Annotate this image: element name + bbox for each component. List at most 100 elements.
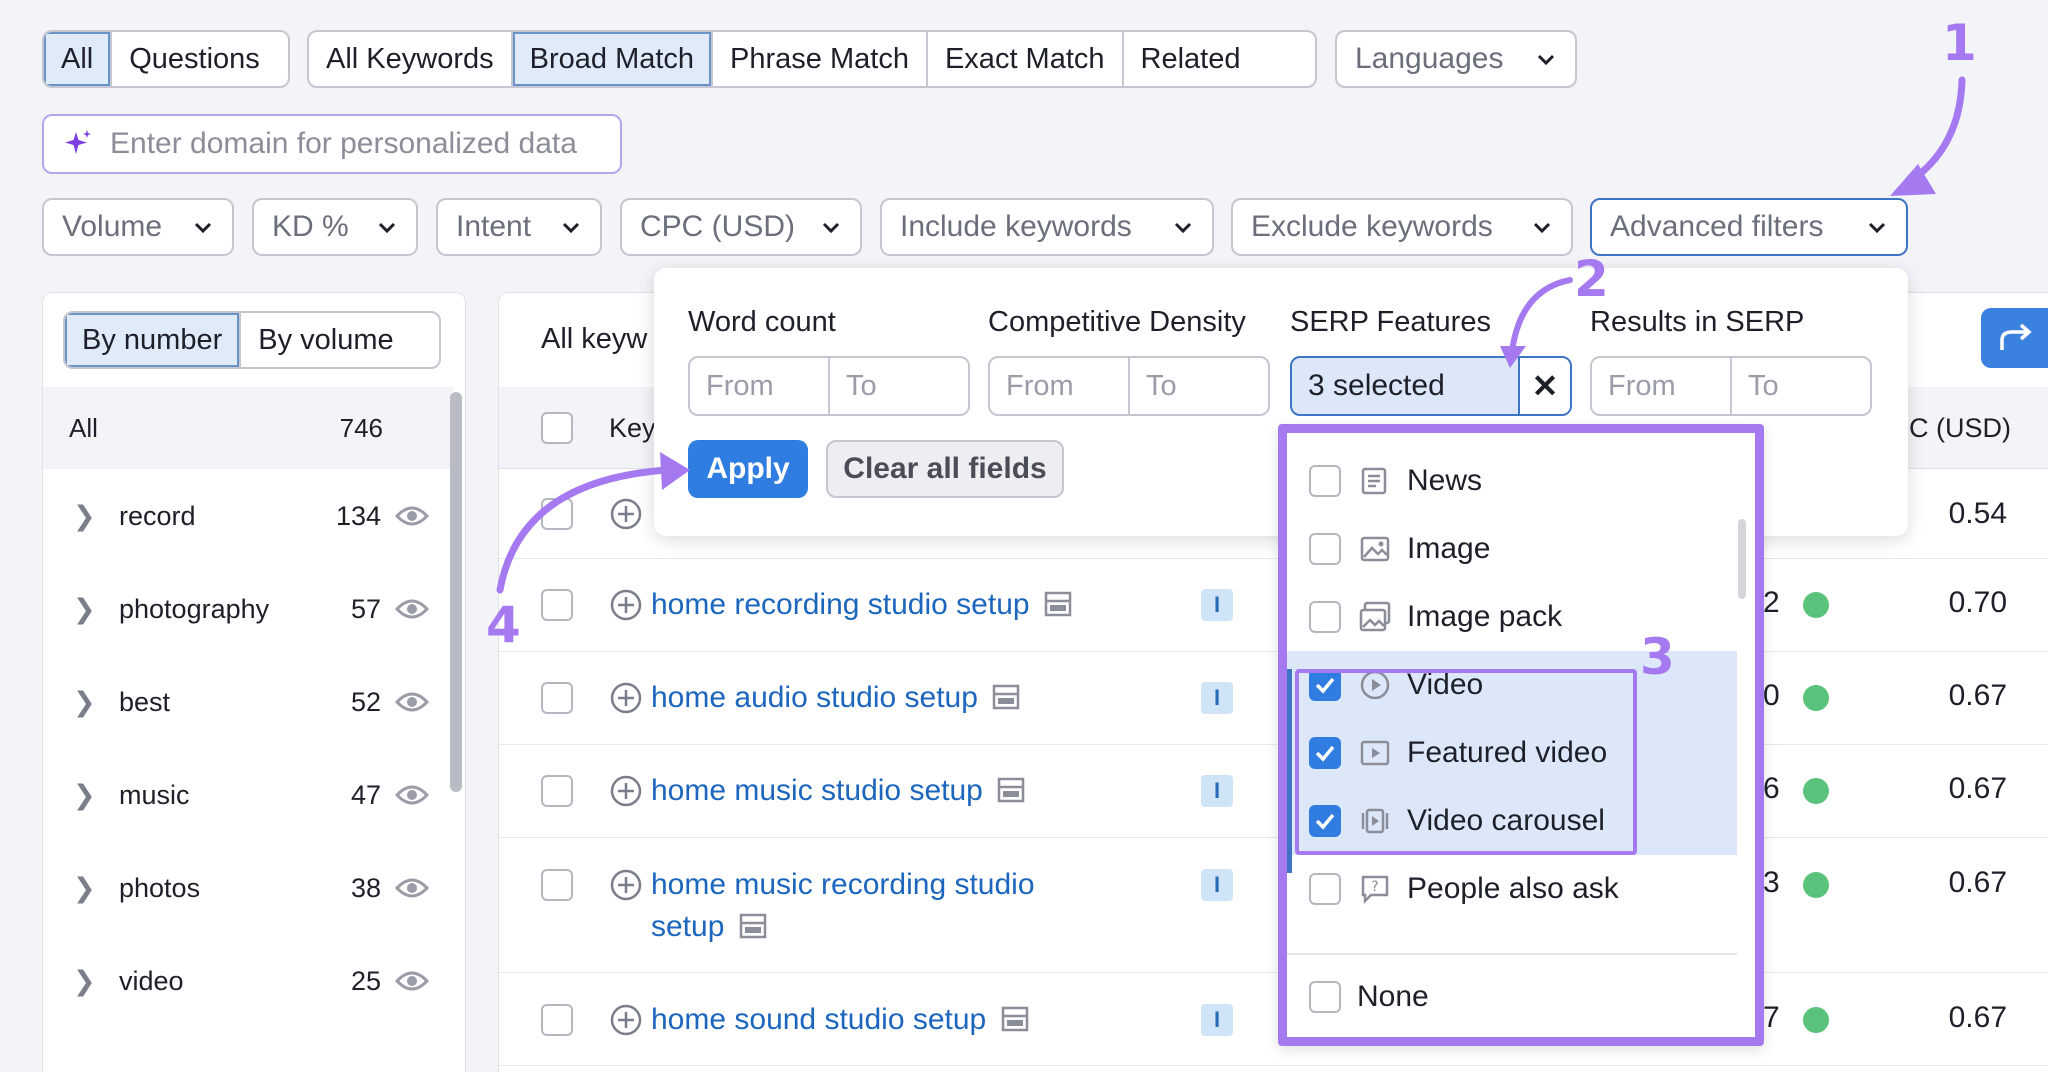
serp-features-select[interactable]: 3 selected ✕ [1290,356,1572,416]
eye-icon[interactable] [395,876,429,900]
include-keywords-filter[interactable]: Include keywords [880,198,1214,256]
option-label: People also ask [1407,872,1619,905]
tab-all-keywords[interactable]: All Keywords [309,32,513,86]
volume-filter[interactable]: Volume [42,198,234,256]
option-checkbox[interactable] [1309,465,1341,497]
chevron-right-icon[interactable]: ❯ [73,501,99,532]
table-row: home audio studio setup I 0 0.67 [499,652,2048,745]
keyword-link[interactable]: home recording studio setup [651,584,1072,626]
serp-icon[interactable] [1001,1006,1029,1032]
eye-icon[interactable] [395,504,429,528]
row-checkbox[interactable] [541,775,573,807]
serp-option-none[interactable]: None [1287,963,1737,1031]
chevron-right-icon[interactable]: ❯ [73,780,99,811]
tab-all[interactable]: All [44,32,113,86]
group-count: 25 [350,965,381,996]
keyword-link[interactable]: home music recording studio setup [651,864,1035,948]
option-checkbox[interactable] [1309,873,1341,905]
option-label: None [1357,980,1429,1013]
export-button[interactable] [1981,308,2048,368]
eye-icon[interactable] [395,690,429,714]
clear-selection-icon[interactable]: ✕ [1518,358,1570,414]
word-count-label: Word count [688,306,836,338]
cpc-filter[interactable]: CPC (USD) [620,198,862,256]
add-circle-icon[interactable] [609,868,643,902]
group-all-row[interactable]: All 746 [43,387,453,469]
comp-density-to[interactable]: To [1130,358,1268,414]
add-circle-icon[interactable] [609,681,643,715]
select-all-checkbox[interactable] [541,412,573,444]
tab-related[interactable]: Related [1124,32,1315,86]
tab-phrase-match[interactable]: Phrase Match [713,32,928,86]
group-item[interactable]: ❯ photography 57 [43,564,453,654]
group-count: 38 [350,872,381,903]
volume-label: Volume [62,210,163,243]
chevron-right-icon[interactable]: ❯ [73,594,99,625]
row-checkbox[interactable] [541,1004,573,1036]
intent-label: Intent [456,210,532,243]
serp-option-image[interactable]: Image [1287,515,1737,583]
chevron-down-icon [1868,222,1886,234]
serp-option-news[interactable]: News [1287,447,1737,515]
results-from[interactable]: From [1592,358,1732,414]
word-count-to[interactable]: To [830,358,968,414]
table-row: home recording studio setup I 2 0.70 [499,559,2048,652]
domain-input[interactable]: Enter domain for personalized data [42,114,622,174]
eye-icon[interactable] [395,783,429,807]
tab-broad-match[interactable]: Broad Match [512,32,714,86]
option-checkbox[interactable] [1309,981,1341,1013]
chevron-down-icon [378,222,396,234]
chevron-right-icon[interactable]: ❯ [73,966,99,997]
chevron-right-icon[interactable]: ❯ [73,687,99,718]
clear-all-fields-button[interactable]: Clear all fields [826,440,1064,498]
by-number-tab[interactable]: By number [65,313,242,367]
row-checkbox[interactable] [541,589,573,621]
serp-icon[interactable] [739,913,767,939]
serp-icon[interactable] [992,684,1020,710]
annotation-number-2: 2 [1574,250,1609,308]
row-checkbox[interactable] [541,682,573,714]
keyword-link[interactable]: home audio studio setup [651,677,1020,719]
languages-dropdown[interactable]: Languages [1335,30,1577,88]
row-checkbox[interactable] [541,498,573,530]
by-volume-tab[interactable]: By volume [241,313,439,367]
eye-icon[interactable] [395,969,429,993]
eye-icon[interactable] [395,597,429,621]
serp-icon[interactable] [997,777,1025,803]
results-to[interactable]: To [1732,358,1870,414]
row-checkbox[interactable] [541,869,573,901]
add-circle-icon[interactable] [609,1003,643,1037]
add-circle-icon[interactable] [609,774,643,808]
option-checkbox[interactable] [1309,601,1341,633]
group-item[interactable]: ❯ photos 38 [43,843,453,933]
keyword-link[interactable]: home sound studio setup [651,999,1029,1041]
tab-exact-match[interactable]: Exact Match [928,32,1124,86]
chevron-right-icon[interactable]: ❯ [73,873,99,904]
group-item[interactable]: ❯ record 134 [43,471,453,561]
group-item[interactable]: ❯ music 47 [43,750,453,840]
competitive-density-range: From To [988,356,1270,416]
arrow-1 [1890,76,1966,196]
exclude-keywords-filter[interactable]: Exclude keywords [1231,198,1573,256]
keyword-groups-panel: By number By volume All 746 ❯ record 134 ❯… [42,292,466,1072]
option-checkbox[interactable] [1309,533,1341,565]
keyword-link[interactable]: home music studio setup [651,770,1025,812]
comp-density-from[interactable]: From [990,358,1130,414]
list-scrollbar[interactable] [1738,519,1746,599]
groups-scrollbar[interactable] [450,392,462,792]
cpc-label: CPC (USD) [640,210,795,243]
add-circle-icon[interactable] [609,588,643,622]
group-item[interactable]: ❯ best 52 [43,657,453,747]
word-count-from[interactable]: From [690,358,830,414]
serp-icon[interactable] [1044,591,1072,617]
apply-button[interactable]: Apply [688,440,808,498]
group-item[interactable]: ❯ video 25 [43,936,453,1026]
kd-filter[interactable]: KD % [252,198,418,256]
advanced-filters-button[interactable]: Advanced filters [1590,198,1908,256]
serp-option-people-also-ask[interactable]: ? People also ask [1287,855,1737,923]
news-icon [1361,467,1387,495]
tab-questions[interactable]: Questions [112,32,288,86]
add-circle-icon[interactable] [609,497,643,531]
kd-value: 7 [1763,1001,1780,1034]
intent-filter[interactable]: Intent [436,198,602,256]
